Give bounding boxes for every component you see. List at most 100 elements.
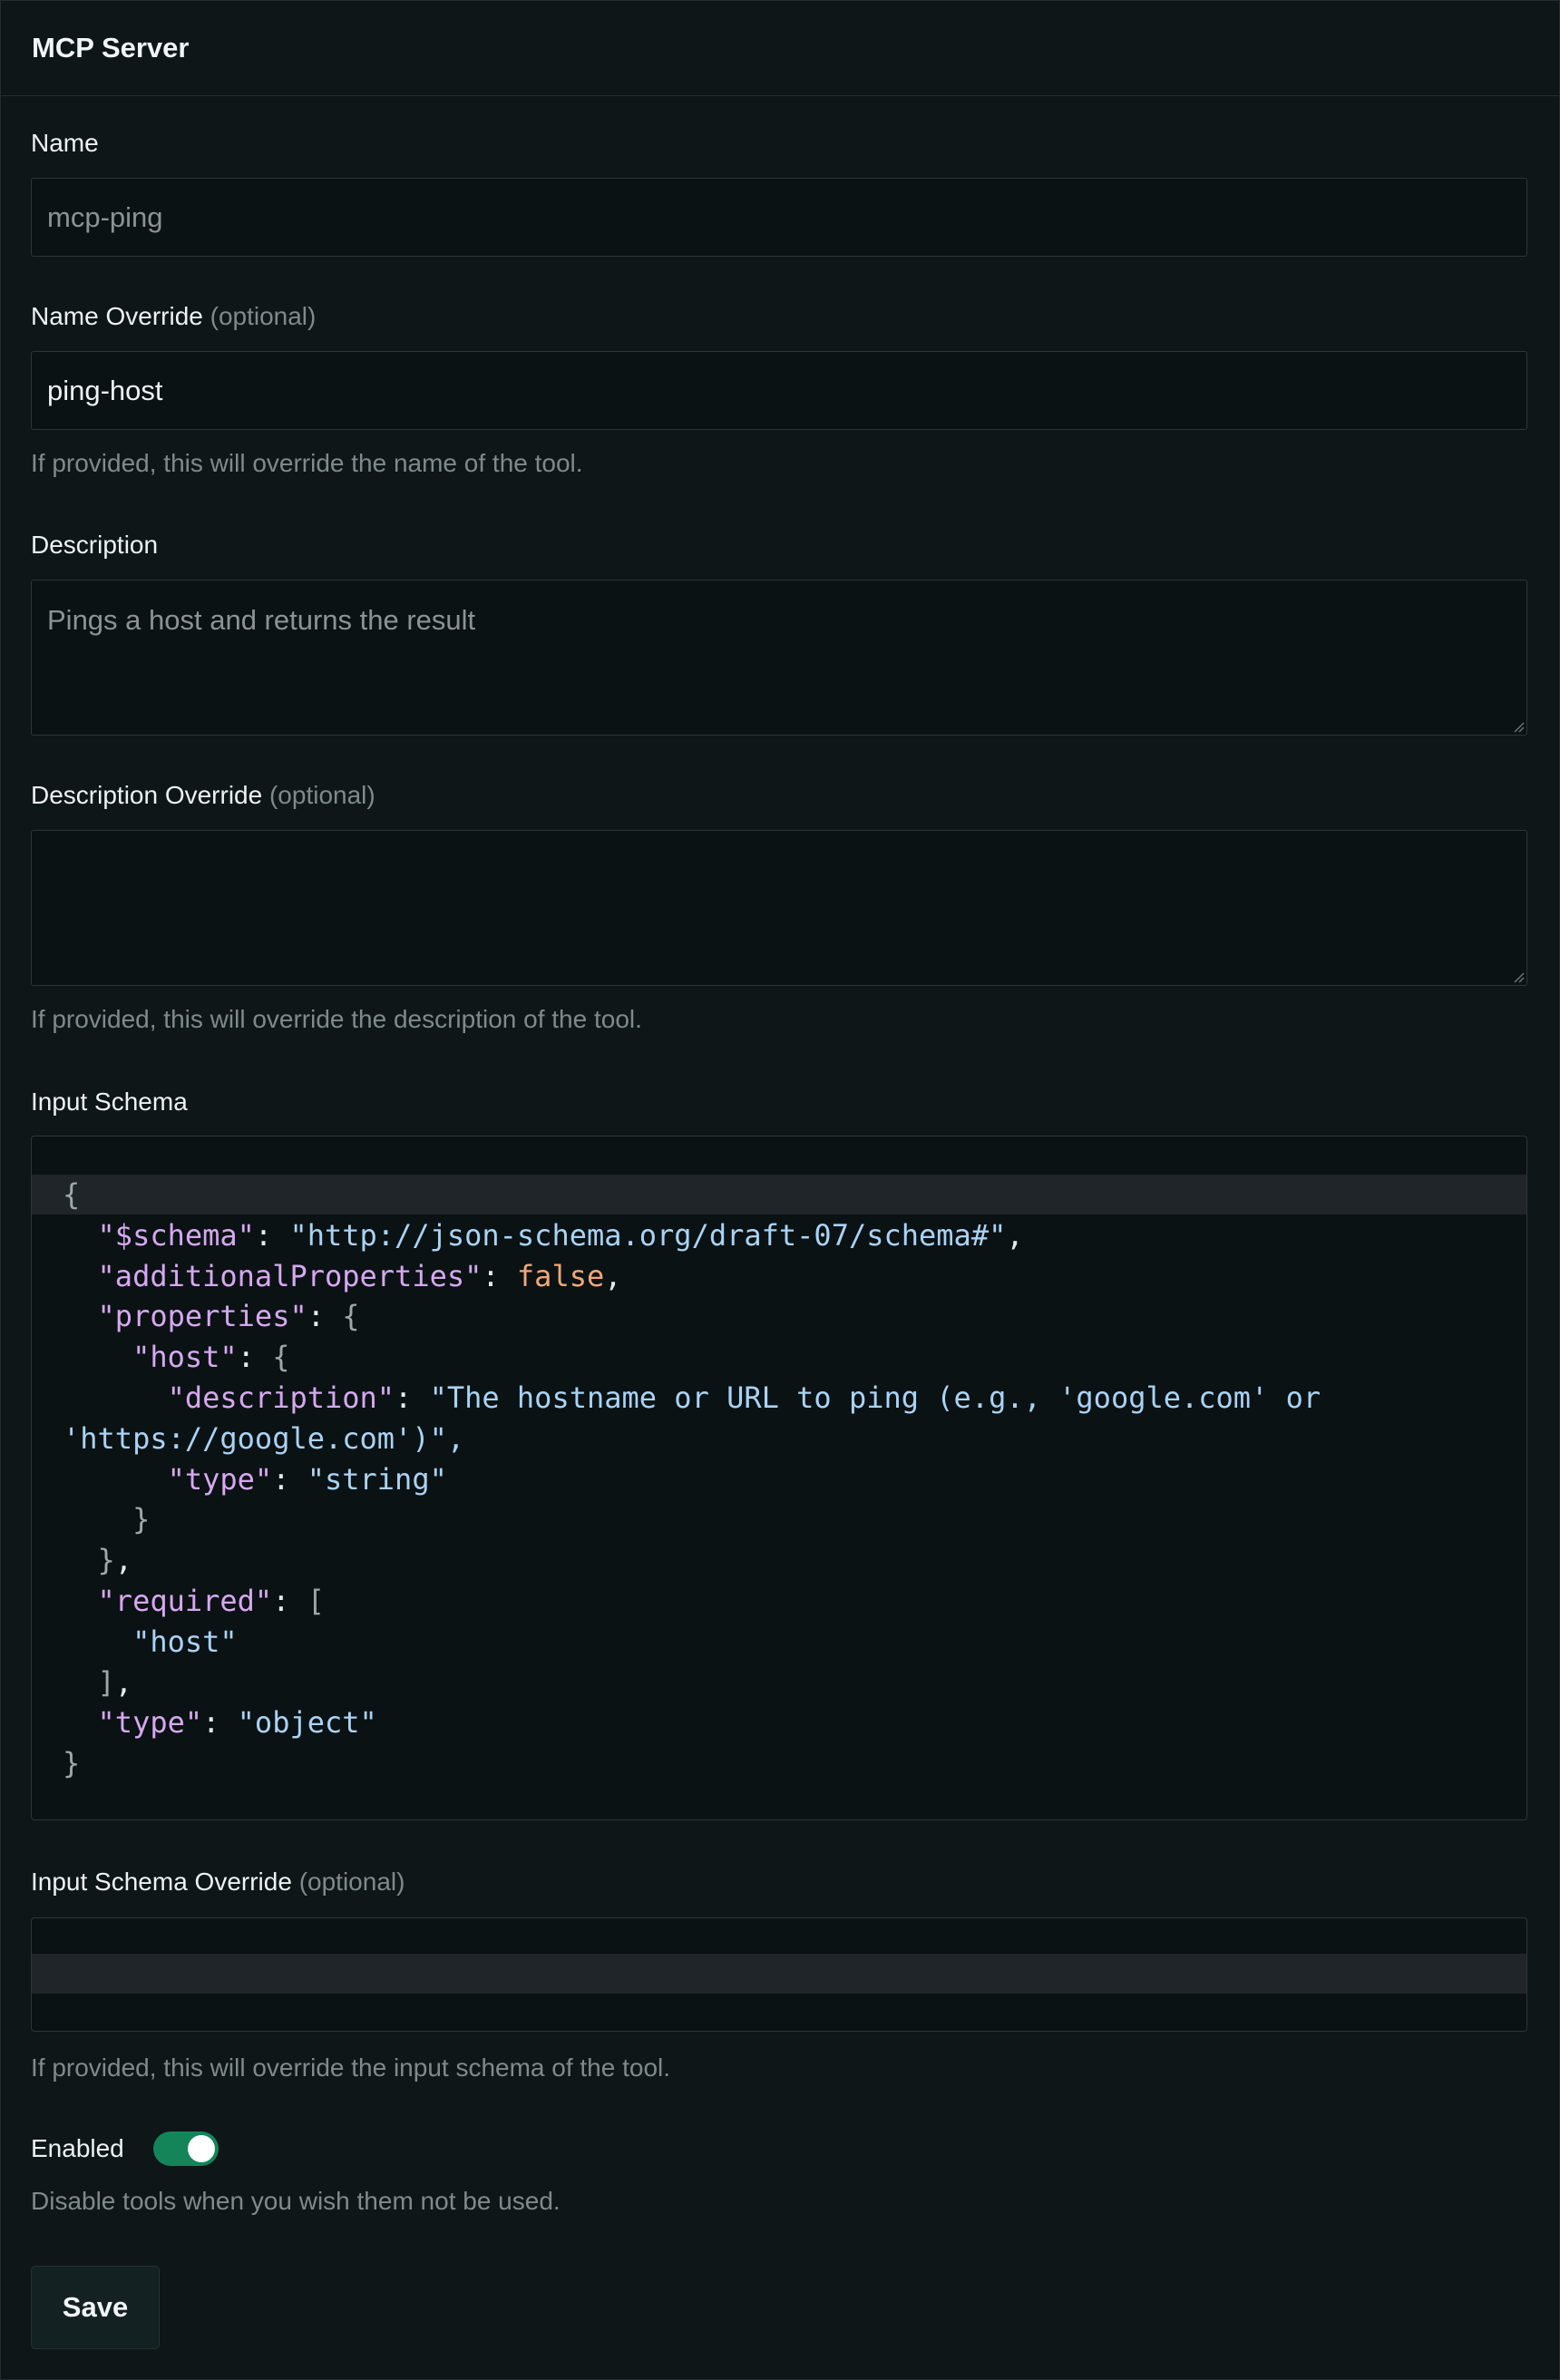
json-punctuation: { — [63, 1177, 81, 1212]
name-label-text: Name — [31, 129, 99, 157]
enabled-help: Disable tools when you wish them not be … — [31, 2187, 561, 2215]
code-line: "additionalProperties": false, — [32, 1256, 1526, 1296]
json-punctuation: : — [237, 1340, 255, 1375]
json-boolean: false — [516, 1258, 605, 1293]
name-input-value: mcp-ping — [47, 200, 163, 233]
json-punctuation: , — [114, 1664, 133, 1700]
json-punctuation: : — [202, 1705, 220, 1741]
description-override-label: Description Override (optional) — [31, 781, 375, 810]
input-schema-label: Input Schema — [31, 1088, 188, 1117]
input-schema-editor[interactable]: { "$schema": "http://json-schema.org/dra… — [31, 1136, 1527, 1820]
json-punctuation: { — [272, 1340, 290, 1375]
code-line: } — [32, 1499, 1526, 1539]
json-key: "type" — [167, 1461, 273, 1497]
json-punctuation: ] — [97, 1664, 115, 1700]
json-key: "host" — [132, 1340, 238, 1375]
json-string: "The hostname or URL to ping (e.g., 'goo… — [429, 1380, 1321, 1415]
description-label-text: Description — [31, 531, 159, 559]
code-line: "type": "object" — [32, 1702, 1526, 1742]
description-override-help: If provided, this will override the desc… — [31, 1005, 642, 1033]
enabled-toggle[interactable] — [152, 2131, 219, 2166]
json-string: "host" — [132, 1624, 238, 1659]
json-punctuation: } — [97, 1543, 115, 1578]
json-punctuation: : — [272, 1461, 290, 1497]
code-line: "host": { — [32, 1337, 1526, 1377]
description-textarea-value: Pings a host and returns the result — [47, 604, 476, 636]
json-key: "type" — [97, 1705, 203, 1741]
toggle-knob — [187, 2135, 215, 2162]
description-label: Description — [31, 531, 158, 560]
enabled-row: Enabled — [31, 2130, 219, 2168]
name-input[interactable]: mcp-ping — [31, 178, 1527, 257]
input-schema-override-label: Input Schema Override (optional) — [31, 1868, 405, 1897]
code-line: "required": [ — [32, 1581, 1526, 1621]
json-punctuation: [ — [307, 1584, 325, 1618]
code-line: 'https://google.com')", — [32, 1419, 1526, 1458]
save-button[interactable]: Save — [31, 2266, 160, 2349]
json-punctuation: : — [395, 1380, 413, 1415]
input-schema-override-help: If provided, this will override the inpu… — [31, 2053, 671, 2082]
json-punctuation: : — [482, 1258, 500, 1293]
json-key: "required" — [97, 1584, 273, 1618]
code-line: "host" — [32, 1622, 1526, 1662]
json-punctuation: , — [1006, 1217, 1024, 1253]
json-string: 'https://google.com')", — [63, 1420, 465, 1456]
optional-tag: (optional) — [298, 1868, 405, 1896]
description-textarea[interactable]: Pings a host and returns the result — [31, 580, 1527, 736]
json-string: "http://json-schema.org/draft-07/schema#… — [289, 1217, 1007, 1253]
json-punctuation: : — [254, 1217, 273, 1253]
json-string: "string" — [307, 1461, 447, 1497]
optional-tag: (optional) — [210, 302, 317, 330]
code-line: { — [32, 1175, 1526, 1214]
json-punctuation: , — [114, 1543, 133, 1578]
json-punctuation: } — [63, 1746, 81, 1781]
resize-grip-icon[interactable] — [1512, 971, 1525, 983]
name-override-label-text: Name Override — [31, 302, 203, 330]
code-line: }, — [32, 1540, 1526, 1580]
input-schema-override-editor[interactable] — [31, 1917, 1527, 2032]
json-key: "additionalProperties" — [97, 1258, 483, 1293]
code-line: "type": "string" — [32, 1459, 1526, 1499]
json-key: "properties" — [97, 1299, 307, 1334]
resize-grip-icon[interactable] — [1512, 720, 1525, 733]
name-override-label: Name Override (optional) — [31, 302, 316, 331]
json-punctuation: : — [307, 1299, 325, 1334]
json-key: "description" — [167, 1380, 395, 1415]
json-punctuation: : — [272, 1584, 290, 1618]
panel-header: MCP Server — [1, 1, 1559, 96]
enabled-label: Enabled — [31, 2134, 124, 2162]
panel-title: MCP Server — [32, 32, 190, 63]
code-line: "description": "The hostname or URL to p… — [32, 1378, 1526, 1418]
code-line: ], — [32, 1663, 1526, 1702]
description-override-textarea[interactable] — [31, 830, 1527, 986]
json-key: "$schema" — [97, 1217, 255, 1253]
json-punctuation: , — [604, 1258, 622, 1293]
code-line: "$schema": "http://json-schema.org/draft… — [32, 1215, 1526, 1255]
input-schema-label-text: Input Schema — [31, 1088, 188, 1116]
name-label: Name — [31, 129, 99, 158]
input-schema-override-label-text: Input Schema Override — [31, 1868, 292, 1896]
json-punctuation: } — [132, 1502, 151, 1537]
name-override-input[interactable]: ping-host — [31, 351, 1527, 430]
json-punctuation: { — [342, 1299, 360, 1334]
json-string: "object" — [237, 1705, 377, 1741]
name-override-input-value: ping-host — [47, 374, 163, 406]
code-line: } — [32, 1743, 1526, 1783]
